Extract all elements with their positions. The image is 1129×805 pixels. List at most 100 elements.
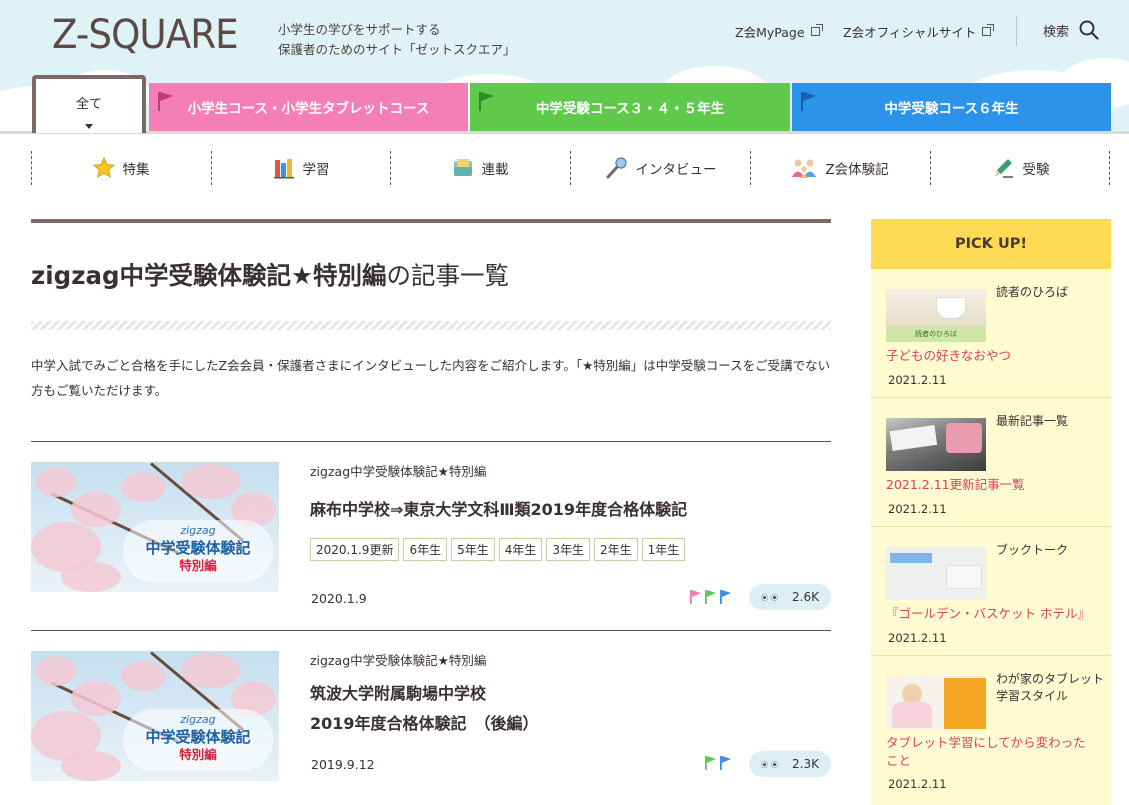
thumbnail-special: 特別編 xyxy=(179,747,217,762)
tab-juken-6-course-label: 中学受験コース６年生 xyxy=(884,101,1019,117)
view-count-badge: 2.6K xyxy=(749,584,831,610)
tag-updated[interactable]: 2020.1.9更新 xyxy=(310,538,400,561)
flag-icon xyxy=(801,92,816,111)
tab-elementary-course-label: 小学生コース・小学生タブレットコース xyxy=(187,101,430,117)
microphone-icon xyxy=(606,157,627,179)
pickup-item[interactable]: ブックトーク 『ゴールデン・バスケット ホテル』 2021.2.11 xyxy=(871,527,1111,656)
pickup-item[interactable]: わが家のタブレット学習スタイル タブレット学習にしてから変わったこと 2021.… xyxy=(871,656,1111,805)
pickup-item-title[interactable]: 子どもの好きなおやつ xyxy=(886,347,1096,365)
tag-grade[interactable]: 3年生 xyxy=(546,538,591,561)
pickup-item-date: 2021.2.11 xyxy=(888,777,947,791)
tag-grade[interactable]: 1年生 xyxy=(641,538,686,561)
label-shape xyxy=(890,553,932,563)
blossom xyxy=(121,661,166,691)
tag-grade[interactable]: 2年生 xyxy=(594,538,638,561)
blossom xyxy=(181,464,241,499)
sofa-shape xyxy=(946,565,982,589)
page-title-series: zigzag中学受験体験記★特別編 xyxy=(31,261,387,290)
search-button[interactable]: 検索 xyxy=(1043,20,1099,40)
blossom xyxy=(36,656,76,686)
pickup-item-date: 2021.2.11 xyxy=(888,631,947,645)
tag-grade[interactable]: 5年生 xyxy=(451,538,495,561)
official-site-link[interactable]: Z会オフィシャルサイト xyxy=(843,22,995,41)
article-title-line: 2019年度合格体験記 （後編） xyxy=(310,714,539,733)
pickup-item-title[interactable]: 2021.2.11更新記事一覧 xyxy=(886,476,1096,494)
flower-shape xyxy=(946,423,982,453)
nav-item-label: インタビュー xyxy=(635,162,717,178)
article-title[interactable]: 麻布中学校⇒東京大学文科Ⅲ類2019年度合格体験記 xyxy=(310,495,687,525)
course-flags xyxy=(689,590,732,604)
tab-juken-6-course[interactable]: 中学受験コース６年生 xyxy=(792,83,1111,131)
article-card[interactable]: zigzag 中学受験体験記 特別編 zigzag中学受験体験記★特別編 筑波大… xyxy=(31,631,831,805)
star-icon xyxy=(92,157,115,179)
tab-juken-345-course[interactable]: 中学受験コース３・４・５年生 xyxy=(470,83,790,131)
eyes-icon xyxy=(761,593,779,601)
article-title-line: 筑波大学附属駒場中学校 xyxy=(310,684,487,703)
nav-item-series[interactable]: 連載 xyxy=(390,151,569,185)
nav-item-label: 学習 xyxy=(302,162,330,178)
blossom xyxy=(61,751,121,781)
paper-shape xyxy=(889,424,938,452)
article-title-line: 麻布中学校⇒東京大学文科Ⅲ類2019年度合格体験記 xyxy=(310,500,688,519)
tab-elementary-course[interactable]: 小学生コース・小学生タブレットコース xyxy=(149,83,468,131)
flag-icon xyxy=(720,756,731,770)
site-logo[interactable]: Z-SQUARE xyxy=(52,12,239,58)
blossom xyxy=(71,681,121,716)
book-open-icon xyxy=(453,159,472,176)
pickup-item-date: 2021.2.11 xyxy=(888,502,947,516)
thumbnail-logo: zigzag 中学受験体験記 特別編 xyxy=(123,520,273,582)
nav-item-exam[interactable]: 受験 xyxy=(930,151,1109,185)
child-head-shape xyxy=(902,684,922,704)
search-icon xyxy=(1079,20,1099,40)
pickup-thumbnail[interactable]: 読者のひろば xyxy=(886,289,986,342)
pickup-thumbnail[interactable] xyxy=(886,547,986,600)
flag-icon xyxy=(720,590,731,604)
pickup-item-title[interactable]: タブレット学習にしてから変わったこと xyxy=(886,734,1096,770)
nav-divider xyxy=(1109,151,1110,185)
article-category[interactable]: zigzag中学受験体験記★特別編 xyxy=(310,461,486,480)
tag-grade[interactable]: 6年生 xyxy=(403,538,448,561)
tag-grade[interactable]: 4年生 xyxy=(498,538,543,561)
blossom xyxy=(181,653,241,688)
hatched-divider xyxy=(31,321,831,330)
pickup-thumbnail[interactable] xyxy=(886,418,986,471)
pickup-item-category: 最新記事一覧 xyxy=(996,414,1069,428)
pickup-item[interactable]: 読者のひろば 読者のひろば 子どもの好きなおやつ 2021.2.11 xyxy=(871,269,1111,398)
article-thumbnail[interactable]: zigzag 中学受験体験記 特別編 xyxy=(31,651,279,781)
blossom xyxy=(121,472,166,502)
flag-icon xyxy=(158,92,173,111)
nav-item-interview[interactable]: インタビュー xyxy=(570,151,749,185)
view-count-badge: 2.3K xyxy=(749,751,831,777)
thumbnail-special: 特別編 xyxy=(179,558,217,573)
article-thumbnail[interactable]: zigzag 中学受験体験記 特別編 xyxy=(31,462,279,592)
article-card[interactable]: zigzag 中学受験体験記 特別編 zigzag中学受験体験記★特別編 麻布中… xyxy=(31,442,831,630)
nav-item-feature[interactable]: 特集 xyxy=(31,151,210,185)
page-title-suffix: の記事一覧 xyxy=(386,261,510,290)
thumbnail-title: 中学受験体験記 xyxy=(145,728,251,746)
nav-item-experience[interactable]: Z会体験記 xyxy=(750,151,929,185)
thumbnail-logo: zigzag 中学受験体験記 特別編 xyxy=(123,709,273,771)
title-top-border xyxy=(31,219,831,223)
article-title[interactable]: 筑波大学附属駒場中学校 2019年度合格体験記 （後編） xyxy=(310,679,539,739)
nav-item-label: Z会体験記 xyxy=(825,162,889,178)
pickup-item-category: ブックトーク xyxy=(996,543,1069,557)
thumbnail-zigzag: zigzag xyxy=(180,524,216,537)
pickup-item[interactable]: 最新記事一覧 2021.2.11更新記事一覧 2021.2.11 xyxy=(871,398,1111,527)
flag-icon xyxy=(479,92,494,111)
external-link-icon xyxy=(982,24,995,36)
mypage-link[interactable]: Z会MyPage xyxy=(735,22,823,41)
article-category[interactable]: zigzag中学受験体験記★特別編 xyxy=(310,650,486,669)
pickup-item-title[interactable]: 『ゴールデン・バスケット ホテル』 xyxy=(886,605,1096,623)
tab-all[interactable]: 全て xyxy=(32,75,146,133)
flag-icon xyxy=(705,590,716,604)
main-nav: 特集 学習 連載 インタビュー Z会体験記 受験 xyxy=(0,131,1129,201)
pencil-icon xyxy=(994,159,1013,178)
nav-item-study[interactable]: 学習 xyxy=(211,151,390,185)
thumbnail-title: 中学受験体験記 xyxy=(145,539,251,557)
child-body-shape xyxy=(892,702,932,728)
article-tags: 2020.1.9更新 6年生 5年生 4年生 3年生 2年生 1年生 xyxy=(310,538,686,561)
article-date: 2020.1.9 xyxy=(311,591,367,606)
official-site-link-label: Z会オフィシャルサイト xyxy=(843,25,977,40)
pickup-thumbnail[interactable] xyxy=(886,676,986,729)
cup-shape xyxy=(936,297,966,319)
